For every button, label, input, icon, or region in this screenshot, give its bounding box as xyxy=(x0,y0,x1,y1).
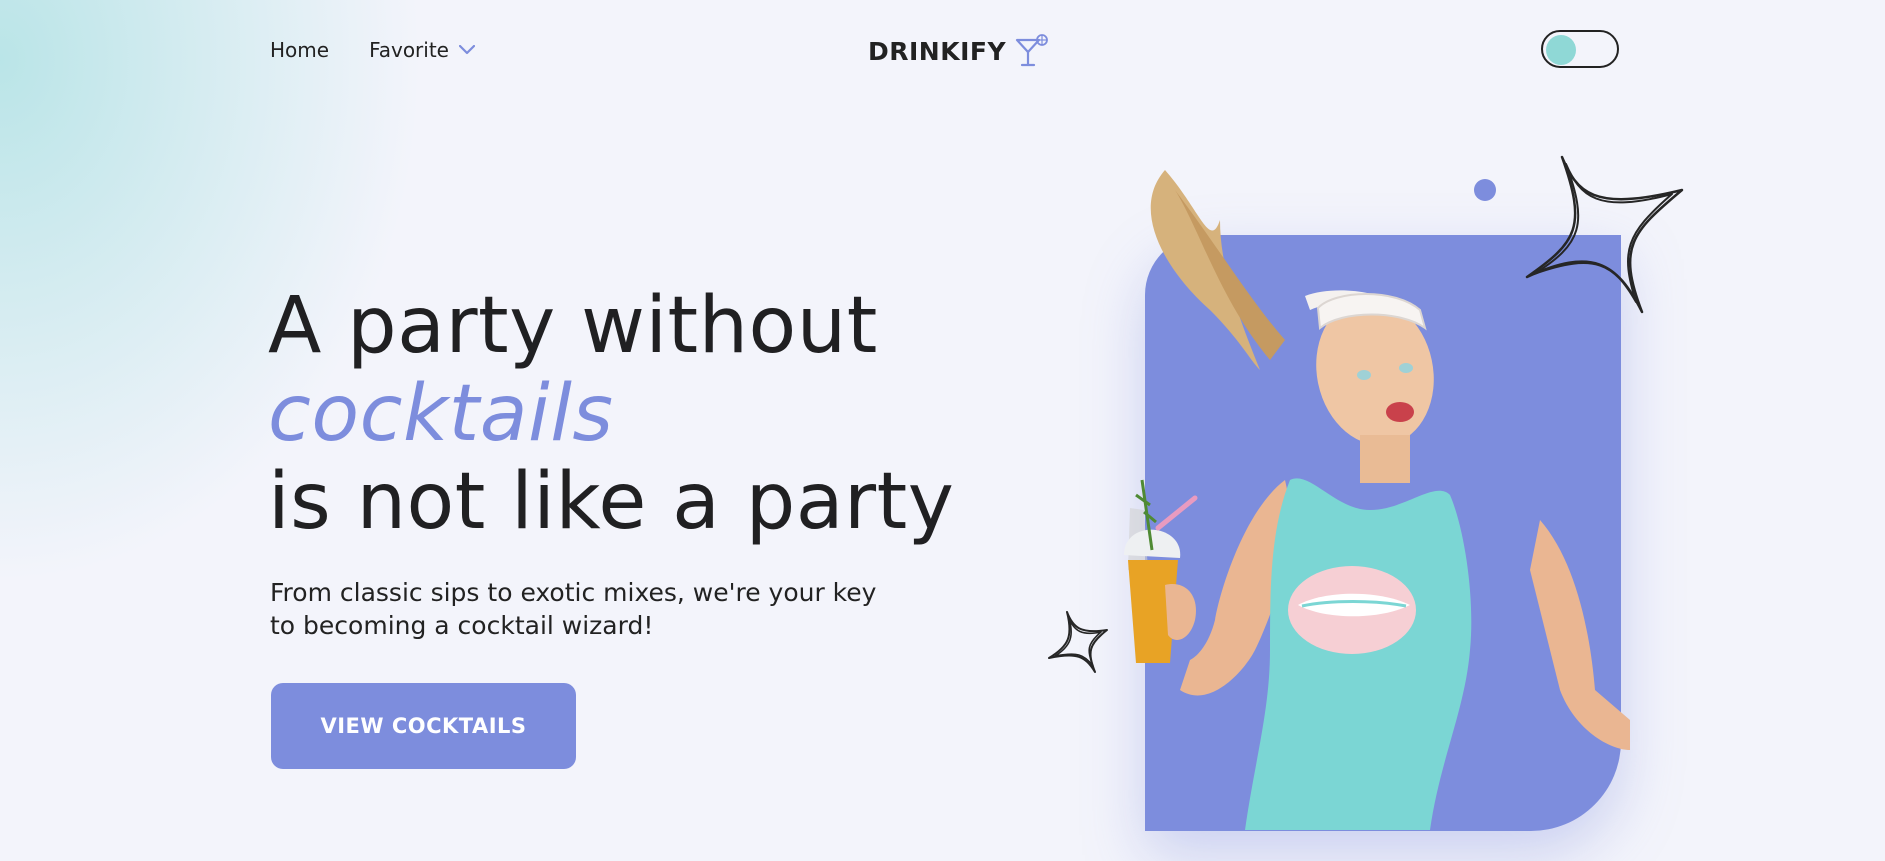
nav-favorite-label: Favorite xyxy=(369,38,449,62)
nav-favorite-dropdown[interactable]: Favorite xyxy=(369,38,475,62)
theme-toggle-knob xyxy=(1546,35,1576,65)
brand-name: DRINKIFY xyxy=(868,36,1007,66)
chevron-down-icon xyxy=(458,45,475,55)
hero-title-line1: A party without xyxy=(268,281,878,371)
view-cocktails-button[interactable]: VIEW COCKTAILS xyxy=(271,683,576,769)
main-nav: Home Favorite xyxy=(270,38,475,62)
dot-icon xyxy=(1474,179,1496,201)
cocktail-glass-icon xyxy=(1015,34,1048,67)
theme-toggle[interactable] xyxy=(1541,30,1619,68)
star-outline-icon xyxy=(1048,611,1108,673)
nav-home-label: Home xyxy=(270,38,330,62)
hero-title-accent: cocktails xyxy=(268,369,614,459)
hero-title: A party without cocktails is not like a … xyxy=(268,282,954,546)
hero-title-line3: is not like a party xyxy=(268,457,955,547)
hero-subtitle: From classic sips to exotic mixes, we're… xyxy=(270,578,877,640)
star-outline-icon xyxy=(1525,155,1684,314)
brand-logo[interactable]: DRINKIFY xyxy=(868,34,1050,68)
nav-home-link[interactable]: Home xyxy=(270,38,329,62)
